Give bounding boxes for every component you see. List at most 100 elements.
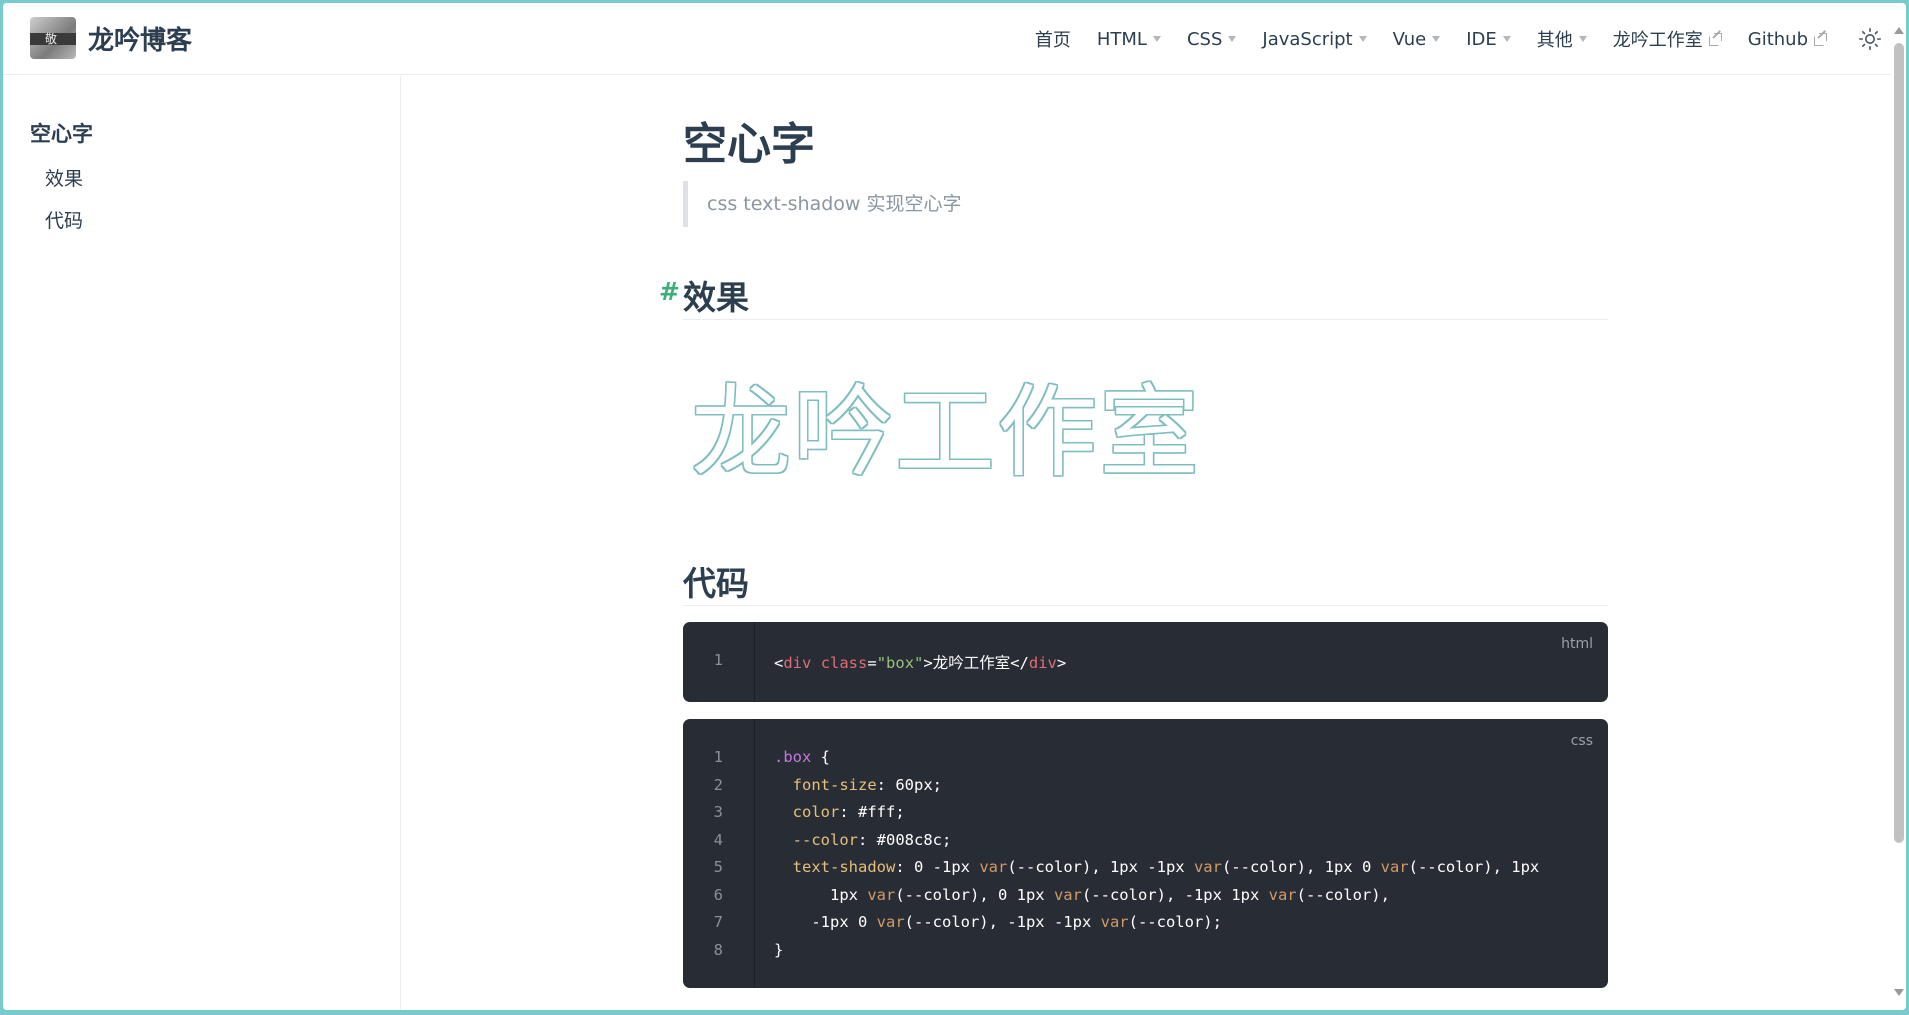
caret-down-icon — [1152, 36, 1161, 42]
code-token: color — [792, 803, 840, 821]
line-number: 4 — [713, 830, 723, 849]
sidebar-item-effect[interactable]: 效果 — [45, 164, 83, 191]
line-number: 1 — [713, 748, 723, 766]
sidebar-item-code[interactable]: 代码 — [45, 206, 83, 233]
code-line: --color: #008c8c; — [774, 830, 952, 849]
browser-window: 敬 龙吟博客 首页 HTML CSS JavaScript Vue IDE 其他… — [3, 3, 1906, 1010]
line-number: 7 — [713, 913, 723, 931]
brand-link[interactable]: 敬 龙吟博客 — [30, 17, 192, 59]
nav-item-label: HTML — [1096, 28, 1147, 50]
code-block-html: 1 html <div class="box">龙吟工作室</div> — [683, 622, 1608, 702]
code-token: text-shadow — [792, 858, 896, 876]
nav-links: 首页 HTML CSS JavaScript Vue IDE 其他 龙吟工作室 … — [1009, 3, 1883, 75]
caret-down-icon — [1502, 36, 1511, 42]
nav-item-label: Github — [1747, 28, 1808, 50]
site-logo: 敬 — [30, 17, 76, 59]
site-name: 龙吟博客 — [88, 25, 193, 56]
code-token: { — [811, 748, 830, 766]
header-anchor[interactable]: # — [659, 277, 680, 306]
nav-item-studio[interactable]: 龙吟工作室 — [1613, 26, 1722, 52]
code-line: <div class="box">龙吟工作室</div> — [774, 651, 1066, 673]
line-number: 6 — [713, 885, 723, 904]
code-token: < — [774, 654, 784, 672]
external-link-icon — [1814, 29, 1827, 46]
heading-code: 代码 — [683, 557, 1608, 606]
caret-down-icon — [1432, 36, 1441, 42]
code-token: div — [783, 654, 812, 672]
code-line: color: #fff; — [774, 803, 905, 821]
caret-down-icon — [1578, 36, 1587, 42]
nav-item-label: Vue — [1392, 28, 1427, 50]
nav-item-javascript[interactable]: JavaScript — [1262, 28, 1367, 50]
code-token: var — [1193, 858, 1222, 876]
logo-text: 敬 — [45, 32, 58, 46]
code-token: var — [867, 885, 896, 904]
blockquote: css text-shadow 实现空心字 — [683, 181, 962, 227]
line-number: 1 — [713, 651, 723, 669]
nav-item-css[interactable]: CSS — [1186, 28, 1237, 50]
code-token: : 60px; — [876, 775, 942, 794]
code-token: (--color), — [1296, 885, 1390, 904]
code-lang-label: css — [1570, 733, 1593, 749]
sun-icon — [1858, 27, 1882, 51]
code-token: (--color), -1px -1px — [904, 913, 1101, 931]
line-number: 8 — [713, 940, 723, 959]
code-line: 1px var(--color), 0 1px var(--color), -1… — [774, 886, 1390, 904]
scroll-down-arrow-icon[interactable] — [1894, 989, 1904, 996]
external-link-icon — [1708, 29, 1722, 46]
caret-down-icon — [1358, 36, 1367, 42]
heading-code-text: 代码 — [683, 564, 749, 603]
code-block-css: 1 2 3 4 5 6 7 8 css .box { font-size: 60px; col… — [683, 719, 1608, 988]
outline-text-demo: 龙吟工作室 — [691, 374, 1201, 491]
scroll-up-arrow-icon[interactable] — [1894, 27, 1904, 34]
code-token: .box — [774, 748, 812, 766]
code-token: div — [1028, 654, 1057, 672]
caret-down-icon — [1228, 36, 1237, 42]
code-token: var — [1053, 885, 1082, 904]
nav-item-label: JavaScript — [1262, 28, 1353, 50]
line-number: 5 — [713, 858, 723, 876]
code-token: : #008c8c; — [858, 830, 952, 849]
nav-item-label: IDE — [1466, 28, 1497, 50]
code-token: 1px — [774, 885, 868, 904]
nav-item-other[interactable]: 其他 — [1537, 26, 1587, 52]
scrollbar-thumb[interactable] — [1894, 43, 1904, 843]
code-token: -1px 0 — [774, 913, 877, 931]
navbar: 敬 龙吟博客 首页 HTML CSS JavaScript Vue IDE 其他… — [3, 3, 1891, 75]
code-token: = — [867, 654, 877, 672]
sidebar: 空心字 效果 代码 — [3, 76, 401, 1010]
code-token: } — [774, 940, 784, 959]
code-lang-label: html — [1561, 636, 1593, 652]
nav-item-label: CSS — [1186, 28, 1223, 50]
code-token: (--color); — [1128, 913, 1222, 931]
heading-effect: # 效果 — [659, 271, 1608, 320]
nav-item-home[interactable]: 首页 — [1035, 26, 1071, 52]
code-token: var — [1268, 885, 1297, 904]
code-token: (--color), 1px — [1408, 858, 1540, 876]
code-token: > — [1056, 654, 1067, 672]
nav-item-label: 首页 — [1034, 30, 1071, 51]
nav-item-html[interactable]: HTML — [1097, 29, 1161, 50]
nav-item-vue[interactable]: Vue — [1393, 29, 1441, 50]
nav-item-ide[interactable]: IDE — [1466, 29, 1511, 50]
code-line: -1px 0 var(--color), -1px -1px var(--col… — [774, 913, 1222, 931]
code-token: var — [876, 913, 905, 931]
nav-item-label: 龙吟工作室 — [1612, 30, 1703, 51]
theme-toggle-button[interactable] — [1857, 26, 1883, 52]
code-token: >龙吟工作室</ — [923, 654, 1029, 672]
sidebar-title[interactable]: 空心字 — [30, 118, 93, 148]
scrollbar[interactable] — [1891, 3, 1906, 1010]
code-token: font-size — [792, 775, 877, 794]
line-number: 3 — [713, 803, 723, 821]
code-token: "box" — [876, 654, 924, 672]
code-token: var — [979, 858, 1008, 876]
nav-item-github[interactable]: Github — [1748, 29, 1827, 50]
nav-item-label: 其他 — [1536, 30, 1573, 51]
code-token: class — [820, 654, 868, 672]
code-token: (--color), 0 1px — [895, 885, 1054, 904]
